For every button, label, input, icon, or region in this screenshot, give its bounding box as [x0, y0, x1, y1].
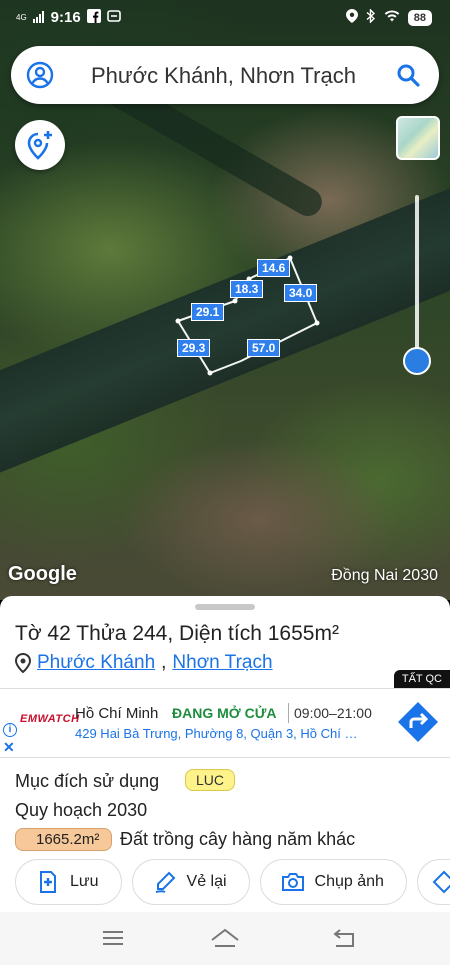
map-layer-button[interactable]	[396, 116, 440, 160]
menu-icon[interactable]	[98, 926, 128, 950]
ad-close-icon[interactable]: ✕	[3, 739, 15, 756]
location-separator: ,	[161, 652, 167, 673]
facebook-icon	[86, 9, 101, 26]
directions-icon[interactable]	[397, 701, 439, 743]
search-bar[interactable]: Phước Khánh, Nhơn Trạch	[11, 46, 439, 104]
ad-banner[interactable]: i ✕ EMWATCH Hồ Chí Minh ĐANG MỞ CỬA 09:0…	[0, 688, 450, 758]
bluetooth-icon	[366, 8, 376, 26]
parcel-info-sheet[interactable]: Tờ 42 Thửa 244, Diện tích 1655m² Phước K…	[0, 596, 450, 912]
capture-button[interactable]: Chụp ảnh	[259, 859, 407, 905]
search-input[interactable]: Phước Khánh, Nhơn Trạch	[91, 63, 356, 89]
district-link[interactable]: Nhơn Trạch	[172, 652, 272, 674]
add-location-button[interactable]	[15, 120, 65, 170]
ad-city: Hồ Chí Minh	[75, 705, 159, 722]
action-bar: Lưu Vẻ lại Chụp ảnh	[15, 859, 450, 905]
plot-length-label: 29.3	[177, 339, 211, 357]
plot-length-label: 14.6	[257, 259, 291, 277]
opacity-slider-handle[interactable]	[403, 347, 431, 375]
network-type: 4G	[16, 12, 27, 22]
account-icon[interactable]	[26, 61, 54, 89]
land-purpose-badge: LUC	[185, 769, 236, 791]
add-location-icon	[27, 131, 52, 160]
map-region-label: Đồng Nai 2030	[331, 567, 438, 584]
plot-length-label: 34.0	[284, 284, 318, 302]
planning-area-badge: 1665.2m²	[15, 828, 113, 851]
signal-icon	[32, 10, 45, 26]
wifi-icon	[384, 10, 400, 25]
add-bookmark-icon	[40, 871, 56, 893]
ward-link[interactable]: Phước Khánh	[37, 652, 155, 674]
opacity-slider-track[interactable]	[415, 195, 419, 360]
clock: 9:16	[50, 9, 81, 26]
location-icon	[345, 9, 358, 26]
sheet-drag-handle[interactable]	[195, 604, 255, 610]
map-view[interactable]: 14.6 18.3 34.0 29.1 29.3 57.0 4G 9:16 88…	[0, 0, 450, 600]
plot-length-label: 29.1	[191, 303, 225, 321]
ad-open-status: ĐANG MỞ CỬA	[172, 705, 277, 721]
redraw-icon	[155, 871, 175, 893]
battery-indicator: 88	[407, 9, 432, 26]
ad-divider	[288, 703, 289, 723]
ad-brand-logo: EMWATCH	[20, 713, 80, 725]
ad-hours: 09:00–21:00	[294, 705, 372, 721]
redraw-label: Vẻ lại	[186, 873, 227, 890]
hide-ads-button[interactable]: TẤT QC	[393, 670, 450, 688]
system-nav-bar	[0, 912, 450, 965]
ad-address: 429 Hai Bà Trưng, Phường 8, Quận 3, Hồ C…	[75, 726, 358, 741]
save-label: Lưu	[70, 873, 99, 890]
search-icon[interactable]	[395, 62, 421, 88]
capture-label: Chụp ảnh	[314, 873, 384, 890]
save-button[interactable]: Lưu	[15, 859, 122, 905]
planning-land-type: Đất trồng cây hàng năm khác	[120, 829, 356, 849]
parcel-title: Tờ 42 Thửa 244, Diện tích 1655m²	[15, 622, 339, 645]
status-bar: 4G 9:16 88	[0, 0, 450, 34]
notification-icon	[106, 9, 121, 26]
ad-info-icon[interactable]: i	[3, 723, 17, 737]
back-icon[interactable]	[328, 926, 358, 950]
land-purpose-label: Mục đích sử dụng	[15, 771, 160, 791]
directions-icon	[432, 870, 450, 894]
plot-length-label: 18.3	[230, 280, 264, 298]
home-icon[interactable]	[210, 926, 240, 950]
google-logo: Google	[8, 563, 77, 585]
more-actions-button[interactable]	[416, 859, 450, 905]
camera-icon	[281, 873, 304, 891]
parcel-location: Phước Khánh , Nhơn Trạch	[15, 652, 273, 674]
redraw-button[interactable]: Vẻ lại	[131, 859, 250, 905]
map-pin-icon	[15, 653, 31, 673]
plot-length-label: 57.0	[247, 339, 281, 357]
planning-label: Quy hoạch 2030	[15, 800, 148, 820]
